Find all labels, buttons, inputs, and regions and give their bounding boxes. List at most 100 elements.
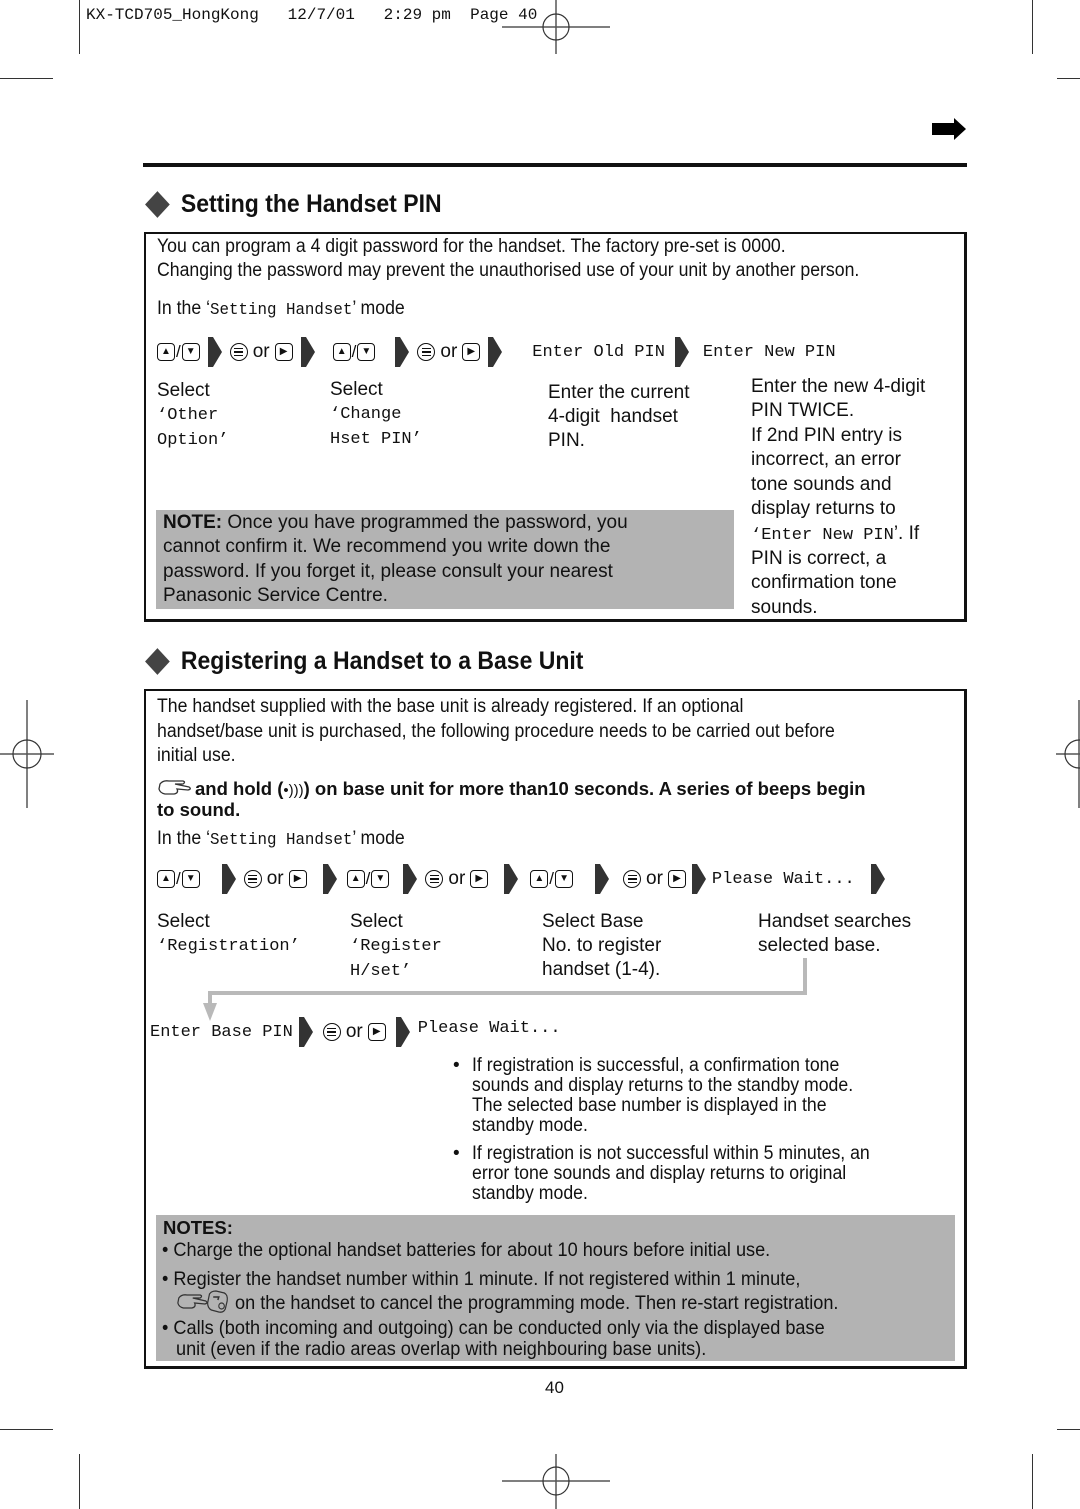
header-model: KX-TCD705_HongKong	[86, 6, 259, 24]
crop-mark	[79, 0, 80, 54]
flow-connector	[803, 958, 807, 995]
reg-step1-value1: ‘Registration’	[157, 937, 300, 956]
step-arrow-icon	[674, 337, 689, 367]
registration-mark-right	[1056, 700, 1080, 808]
bullet-icon: •	[453, 1143, 460, 1164]
register-intro-line2: handset/base unit is purchased, the foll…	[157, 721, 835, 742]
or-label: or	[252, 341, 270, 362]
section-heading-register: Registering a Handset to a Base Unit	[145, 647, 583, 676]
reg-step3-line3: handset (1-4).	[542, 959, 661, 980]
result-1-line3: The selected base number is displayed in…	[472, 1095, 827, 1116]
note-label: NOTE:	[163, 512, 223, 533]
pin-step2-label: Select	[330, 379, 383, 400]
diamond-bullet-icon	[145, 191, 170, 218]
pin-step2-value2: Hset PIN’	[330, 430, 422, 449]
right-key-icon: ▶	[470, 870, 489, 888]
display-please-wait: Please Wait...	[711, 869, 855, 889]
press-hand-icon	[158, 780, 191, 795]
pin-step4-line2: PIN TWICE.	[751, 400, 855, 421]
register-instruction-line2: to sound.	[157, 799, 241, 820]
step-arrow-icon	[395, 337, 410, 367]
notes-item-2-line1: • Register the handset number within 1 m…	[162, 1268, 801, 1290]
or-label: or	[646, 868, 663, 889]
pin-step1-value2: Option’	[157, 431, 229, 450]
right-key-icon: ▶	[288, 870, 307, 888]
step-arrow-icon	[207, 337, 222, 367]
step-arrow-icon	[488, 337, 503, 367]
pin-step4-line1: Enter the new 4-digit	[751, 376, 926, 397]
section-rule	[143, 163, 967, 167]
crop-mark	[1057, 1429, 1080, 1430]
heading-text: Setting the Handset PIN	[180, 190, 442, 218]
pin-step1-label: Select	[157, 380, 210, 401]
pin-step4-line4: incorrect, an error	[751, 449, 901, 470]
menu-key-icon	[623, 870, 642, 888]
step-arrow-icon	[403, 864, 418, 894]
pin-intro-line1: You can program a 4 digit password for t…	[157, 236, 786, 257]
reg-step4-line2: selected base.	[758, 935, 881, 956]
down-key-icon: ▼	[555, 870, 574, 888]
flow-connector	[208, 991, 807, 995]
crop-mark	[1032, 0, 1033, 54]
right-key-icon: ▶	[274, 343, 293, 361]
pin-note-line4: Panasonic Service Centre.	[163, 585, 388, 606]
diamond-bullet-icon	[145, 648, 170, 675]
result-2-line3: standby mode.	[472, 1183, 588, 1204]
pin-step4-line10: sounds.	[751, 597, 818, 618]
step-arrow-icon	[691, 864, 706, 894]
register-intro-line3: initial use.	[157, 745, 236, 766]
pin-note-line3: password. If you forget it, please consu…	[163, 561, 613, 582]
result-1-line4: standby mode.	[472, 1115, 588, 1136]
register-key-sequence: ▲ / ▼ or ▶ ▲ / ▼ or ▶ ▲ / ▼ or ▶ Please Wait..…	[157, 864, 893, 894]
notes-item-2-line2: on the handset to cancel the programming…	[176, 1290, 838, 1314]
menu-key-icon	[417, 343, 436, 361]
header-page: Page 40	[470, 6, 538, 24]
result-2-line2: error tone sounds and display returns to…	[472, 1163, 847, 1184]
notes-item-3-line1: • Calls (both incoming and outgoing) can…	[162, 1317, 825, 1339]
down-key-icon: ▼	[357, 343, 376, 361]
pin-mode-line: In the ‘Setting Handset’ mode	[157, 298, 405, 320]
pin-note-line2: cannot confirm it. We recommend you writ…	[163, 536, 611, 557]
display-please-wait: Please Wait...	[417, 1018, 561, 1038]
crop-mark	[79, 1454, 80, 1509]
registration-mark-bottom	[502, 1454, 610, 1509]
right-key-icon: ▶	[462, 343, 481, 361]
display-enter-base-pin: Enter Base PIN	[150, 1022, 293, 1042]
locator-signal-icon: •)))	[283, 782, 304, 799]
down-key-icon: ▼	[181, 870, 200, 888]
heading-text: Registering a Handset to a Base Unit	[180, 647, 584, 675]
register-intro-line1: The handset supplied with the base unit …	[157, 696, 744, 717]
step-arrow-icon	[298, 1017, 313, 1047]
display-enter-new-pin: Enter New PIN	[702, 342, 836, 362]
result-2-line1: If registration is not successful within…	[472, 1143, 870, 1164]
section-heading-pin: Setting the Handset PIN	[145, 190, 442, 219]
pin-step3-line3: PIN.	[548, 430, 585, 451]
reg-step4-line1: Handset searches	[758, 911, 912, 932]
pin-step4-line6: display returns to	[751, 498, 896, 519]
right-key-icon: ▶	[367, 1023, 386, 1041]
step-arrow-icon	[504, 864, 519, 894]
up-key-icon: ▲	[157, 343, 175, 361]
registration-mark-left	[0, 700, 54, 808]
up-key-icon: ▲	[157, 870, 175, 888]
up-key-icon: ▲	[332, 343, 351, 361]
menu-key-icon	[243, 870, 262, 888]
pin-note-line1: NOTE: Once you have programmed the passw…	[163, 512, 628, 533]
notes-item-1: • Charge the optional handset batteries …	[162, 1239, 771, 1261]
pin-step3-line1: Enter the current	[548, 382, 690, 403]
crop-mark	[0, 78, 53, 79]
crop-mark	[1032, 1454, 1033, 1509]
base-pin-key-sequence: Enter Base PIN or ▶ Please Wait...	[150, 1017, 561, 1047]
step-arrow-icon	[395, 1017, 410, 1047]
up-key-icon: ▲	[530, 870, 549, 888]
header-time: 2:29 pm	[383, 6, 451, 24]
pin-key-sequence: ▲ / ▼ or ▶ ▲ / ▼ or ▶ Enter Old PIN Enter Ne…	[157, 337, 836, 367]
crop-mark	[1057, 78, 1080, 79]
print-header: KX-TCD705_HongKong 12/7/01 2:29 pm Page …	[86, 6, 537, 24]
result-1-line1: If registration is successful, a confirm…	[472, 1055, 840, 1076]
step-arrow-icon	[300, 337, 315, 367]
mode-name: Setting Handset	[210, 831, 353, 850]
right-key-icon: ▶	[667, 870, 686, 888]
step-arrow-icon	[221, 864, 236, 894]
register-instruction-line1: and hold (•)))) on base unit for more th…	[157, 778, 866, 802]
